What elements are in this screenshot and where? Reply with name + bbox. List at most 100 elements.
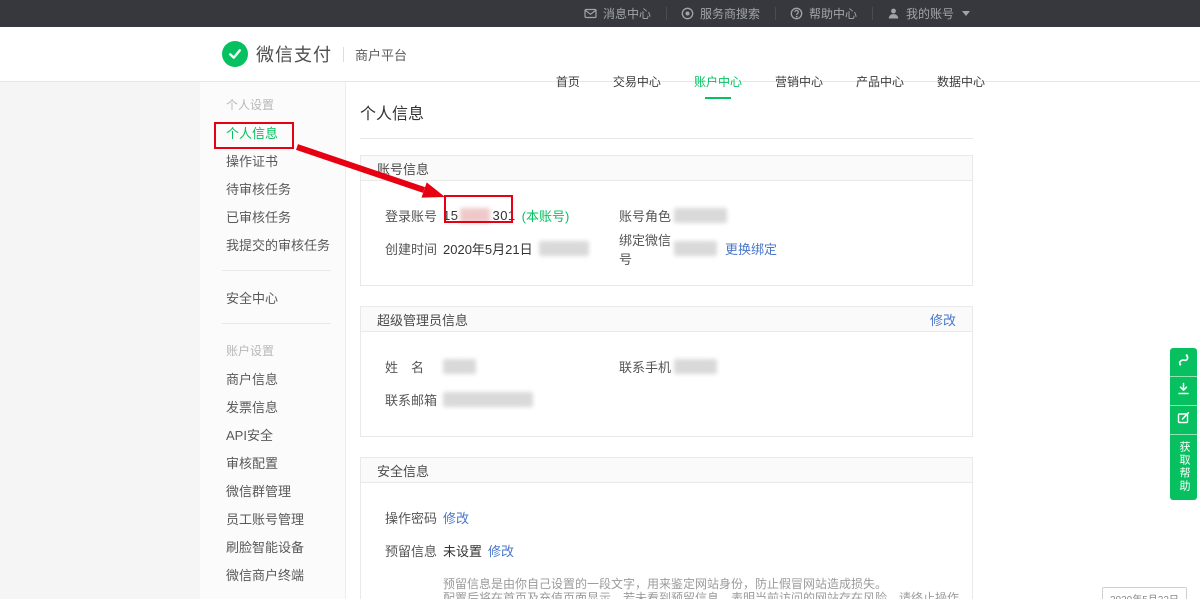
redacted-account-role (674, 208, 727, 223)
account-info-card-header: 账号信息 (361, 156, 972, 181)
reserved-info-label: 预留信息 (385, 541, 443, 560)
reserved-info-row: 预留信息 未设置 修改 (385, 534, 972, 567)
admin-email-row: 联系邮箱 (385, 383, 972, 416)
brand-logo[interactable]: 微信支付 商户平台 (222, 41, 407, 67)
sidebar: 个人设置 个人信息 操作证书 待审核任务 已审核任务 我提交的审核任务 安全中心… (200, 82, 346, 599)
redacted-admin-email (443, 392, 533, 407)
security-info-card: 安全信息 操作密码 修改 预留信息 未设置 修改 预留信息是由 (360, 457, 973, 599)
login-account-label: 登录账号 (385, 206, 443, 225)
redacted-wechat-id (674, 241, 717, 256)
topbar-item-my-account[interactable]: 我的账号 (872, 0, 985, 27)
sidebar-item-merchant-terminal[interactable]: 微信商户终端 (226, 560, 345, 588)
topbar-item-label: 帮助中心 (809, 5, 857, 22)
reserved-info-help: 预留信息是由你自己设置的一段文字，用来鉴定网站身份，防止假冒网站造成损失。 配置… (443, 577, 972, 599)
current-account-note: (本账号) (522, 206, 570, 225)
floating-action-bar: 获取帮助 (1170, 348, 1197, 500)
login-account-number: 15 301 (443, 208, 516, 223)
super-admin-card-body: 姓 名 联系手机 联系邮箱 (361, 332, 972, 436)
page-title: 个人信息 (360, 100, 973, 139)
sidebar-item-my-submitted-tasks[interactable]: 我提交的审核任务 (226, 230, 345, 258)
reserved-info-value: 未设置 修改 (443, 541, 619, 560)
login-account-value: 15 301 (本账号) (443, 206, 619, 225)
feedback-button[interactable] (1170, 406, 1197, 435)
sidebar-item-personal-info[interactable]: 个人信息 (226, 118, 345, 146)
sidebar-divider (222, 323, 331, 324)
security-info-card-header: 安全信息 (361, 458, 972, 483)
operation-password-row: 操作密码 修改 (385, 501, 972, 534)
sidebar-item-wechat-group[interactable]: 微信群管理 (226, 476, 345, 504)
redacted-created-time (539, 241, 589, 256)
left-background-strip (0, 82, 200, 599)
sidebar-item-face-devices[interactable]: 刷脸智能设备 (226, 532, 345, 560)
operation-password-value: 修改 (443, 508, 619, 527)
created-time-value: 2020年5月21日 (443, 239, 619, 258)
user-icon (887, 7, 900, 20)
redacted-admin-phone (674, 359, 717, 374)
sidebar-item-staff-accounts[interactable]: 员工账号管理 (226, 504, 345, 532)
sidebar-item-security-center[interactable]: 安全中心 (226, 283, 345, 311)
get-help-button[interactable]: 获取帮助 (1170, 435, 1197, 500)
sidebar-item-review-config[interactable]: 审核配置 (226, 448, 345, 476)
redacted-login-middle (460, 208, 490, 223)
admin-name-value (443, 359, 619, 374)
created-date-text: 2020年5月21日 (443, 239, 533, 258)
help-line: 预留信息是由你自己设置的一段文字，用来鉴定网站身份，防止假冒网站造成损失。 (443, 577, 972, 591)
account-role-label: 账号角色 (619, 206, 674, 225)
sidebar-item-reviewed-tasks[interactable]: 已审核任务 (226, 202, 345, 230)
topbar-item-help-center[interactable]: 帮助中心 (775, 0, 872, 27)
super-admin-card-header: 超级管理员信息 修改 (361, 307, 972, 332)
main-content: 个人信息 账号信息 登录账号 15 301 (本账号) (360, 82, 973, 599)
admin-email-label: 联系邮箱 (385, 390, 443, 409)
help-line: 配置后将在首页及充值页面显示。若未看到预留信息，表明当前访问的网站存在风险，请终… (443, 591, 972, 599)
card-title: 超级管理员信息 (377, 310, 468, 329)
login-number-suffix: 301 (492, 208, 515, 223)
reserved-info-status: 未设置 (443, 541, 482, 560)
admin-phone-label: 联系手机 (619, 357, 674, 376)
sidebar-item-api-security[interactable]: API安全 (226, 420, 345, 448)
sidebar-section-account-settings: 账户设置 (226, 336, 345, 364)
bound-wechat-label: 绑定微信号 (619, 230, 674, 268)
topbar-item-message-center[interactable]: 消息中心 (569, 0, 666, 27)
account-role-value (674, 208, 727, 223)
sidebar-section-personal-settings: 个人设置 (226, 90, 345, 118)
download-button[interactable] (1170, 377, 1197, 406)
date-tooltip: 2020年5月22日 (1102, 587, 1187, 599)
change-password-link[interactable]: 修改 (443, 508, 469, 527)
download-icon (1177, 382, 1190, 400)
login-number-prefix: 15 (443, 208, 458, 223)
topbar-item-label: 消息中心 (603, 5, 651, 22)
chevron-down-icon (962, 11, 970, 16)
admin-phone-value (674, 359, 717, 374)
admin-email-value (443, 392, 619, 407)
sidebar-item-pending-review-tasks[interactable]: 待审核任务 (226, 174, 345, 202)
change-binding-link[interactable]: 更换绑定 (725, 239, 777, 258)
card-title: 账号信息 (377, 159, 429, 178)
card-title: 安全信息 (377, 461, 429, 480)
created-time-label: 创建时间 (385, 239, 443, 258)
sidebar-divider (222, 270, 331, 271)
brand-name: 微信支付 (256, 41, 332, 67)
sidebar-item-invoice-info[interactable]: 发票信息 (226, 392, 345, 420)
search-icon (681, 7, 694, 20)
edit-reserved-info-link[interactable]: 修改 (488, 541, 514, 560)
operation-password-label: 操作密码 (385, 508, 443, 527)
get-help-label: 获取帮助 (1170, 441, 1197, 493)
bound-wechat-value: 更换绑定 (674, 239, 777, 258)
link-button[interactable] (1170, 348, 1197, 377)
edit-icon (1177, 411, 1190, 429)
brand-divider (343, 47, 344, 62)
topbar-item-sp-search[interactable]: 服务商搜索 (666, 0, 775, 27)
super-admin-card: 超级管理员信息 修改 姓 名 联系手机 联系邮箱 (360, 306, 973, 437)
link-icon (1177, 353, 1190, 371)
topbar-item-label: 服务商搜索 (700, 5, 760, 22)
topbar: 消息中心 服务商搜索 帮助中心 我的账号 (0, 0, 1200, 27)
account-info-card-body: 登录账号 15 301 (本账号) 账号角色 创 (361, 181, 972, 285)
login-account-row: 登录账号 15 301 (本账号) 账号角色 (385, 199, 972, 232)
created-time-row: 创建时间 2020年5月21日 绑定微信号 更换绑定 (385, 232, 972, 265)
edit-admin-link[interactable]: 修改 (930, 310, 956, 329)
sidebar-item-operation-certificate[interactable]: 操作证书 (226, 146, 345, 174)
sidebar-item-merchant-info[interactable]: 商户信息 (226, 364, 345, 392)
topbar-item-label: 我的账号 (906, 5, 954, 22)
platform-name: 商户平台 (355, 45, 407, 64)
wechat-pay-logo-icon (222, 41, 248, 67)
